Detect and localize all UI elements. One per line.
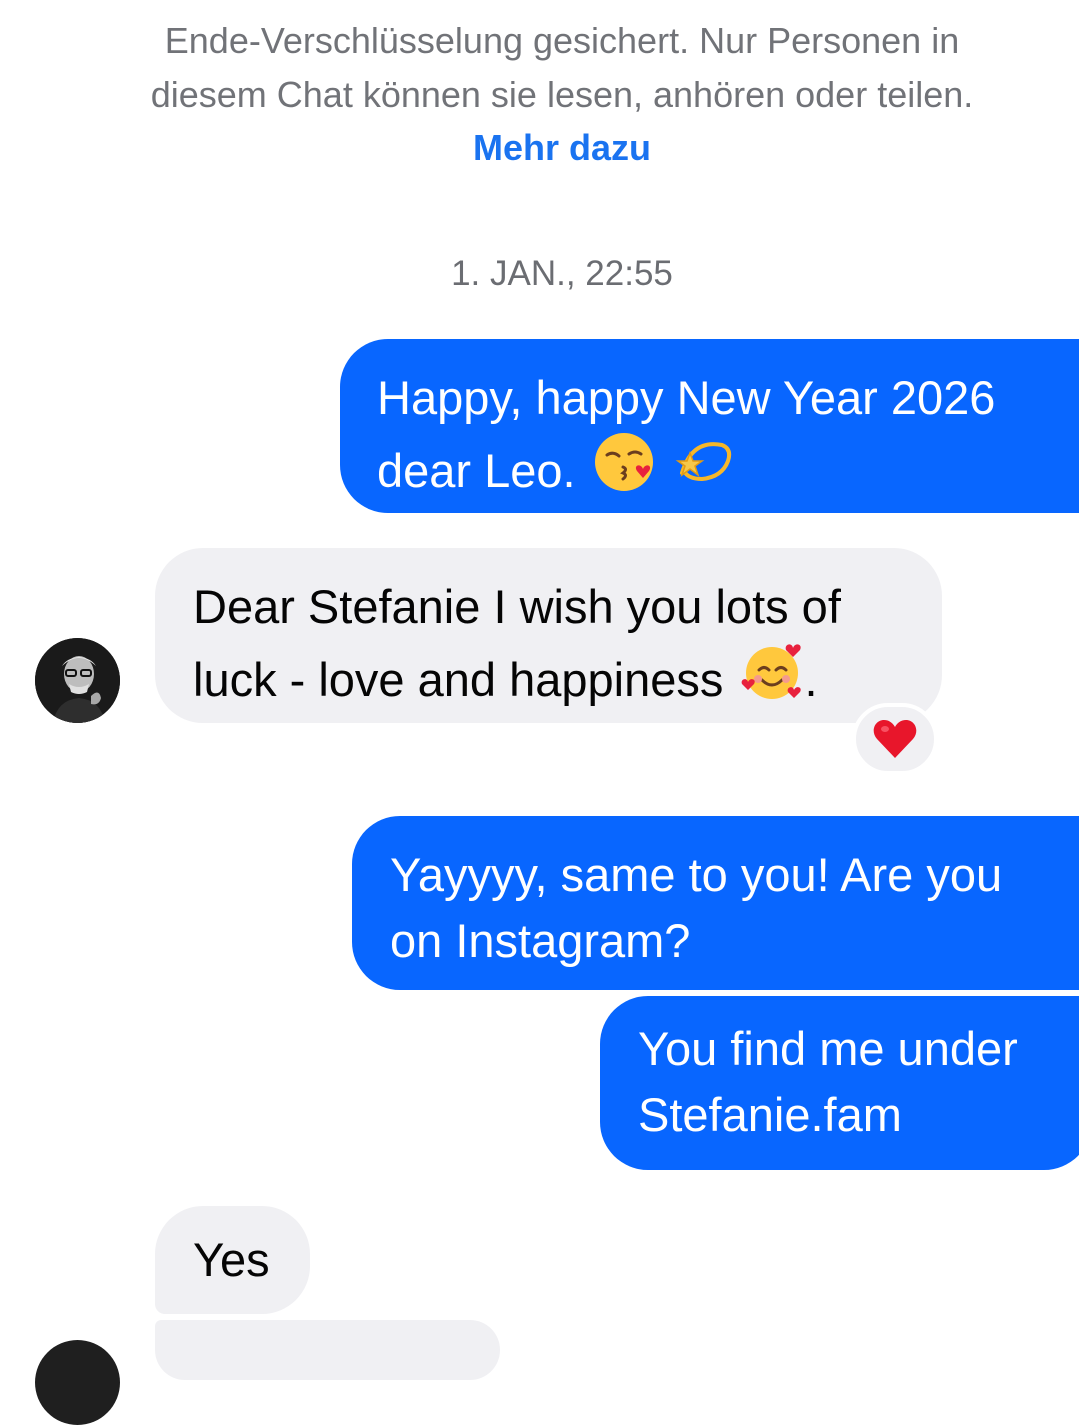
encryption-notice-line-1: Ende-Verschlüsselung gesichert. Nur Pers… <box>164 20 960 61</box>
message-text-line: on Instagram? <box>390 914 691 967</box>
smiling-face-with-hearts-icon <box>740 640 804 719</box>
message-text-line: Happy, happy New Year 2026 <box>377 371 996 424</box>
outgoing-message-bubble[interactable]: Happy, happy New Year 2026 dear Leo. <box>340 339 1079 513</box>
incoming-message-bubble[interactable]: Yes <box>155 1206 310 1314</box>
outgoing-message-bubble[interactable]: Yayyyy, same to you! Are you on Instagra… <box>352 816 1079 990</box>
contact-avatar[interactable] <box>35 1340 120 1425</box>
encryption-notice-line-2: diesem Chat können sie lesen, anhören od… <box>150 74 974 115</box>
message-text-line: Dear Stefanie I wish you lots of <box>193 580 841 633</box>
face-blowing-kiss-icon <box>593 431 655 510</box>
incoming-message-bubble[interactable] <box>155 1320 500 1380</box>
message-trailing-text: . <box>804 653 818 706</box>
message-text-line: Yes <box>193 1233 270 1286</box>
message-text-line: Stefanie.fam <box>638 1088 902 1141</box>
message-text-line: You find me under <box>638 1022 1018 1075</box>
red-heart-icon <box>873 720 917 758</box>
learn-more-link[interactable]: Mehr dazu <box>0 120 1079 176</box>
message-text-line: dear Leo. <box>377 444 576 497</box>
message-text-line: luck - love and happiness <box>193 653 724 706</box>
message-text-line: Yayyyy, same to you! Are you <box>390 848 1003 901</box>
contact-avatar[interactable] <box>35 638 120 723</box>
incoming-message-bubble[interactable]: Dear Stefanie I wish you lots of luck - … <box>155 548 942 723</box>
message-timestamp: 1. JAN., 22:55 <box>451 254 673 293</box>
outgoing-message-bubble[interactable]: You find me under Stefanie.fam <box>600 996 1079 1170</box>
encryption-notice: Ende-Verschlüsselung gesichert. Nur Pers… <box>60 14 1064 122</box>
contact-avatar-image <box>35 638 120 723</box>
dizzy-star-icon <box>672 431 734 510</box>
message-reaction[interactable] <box>852 703 938 775</box>
